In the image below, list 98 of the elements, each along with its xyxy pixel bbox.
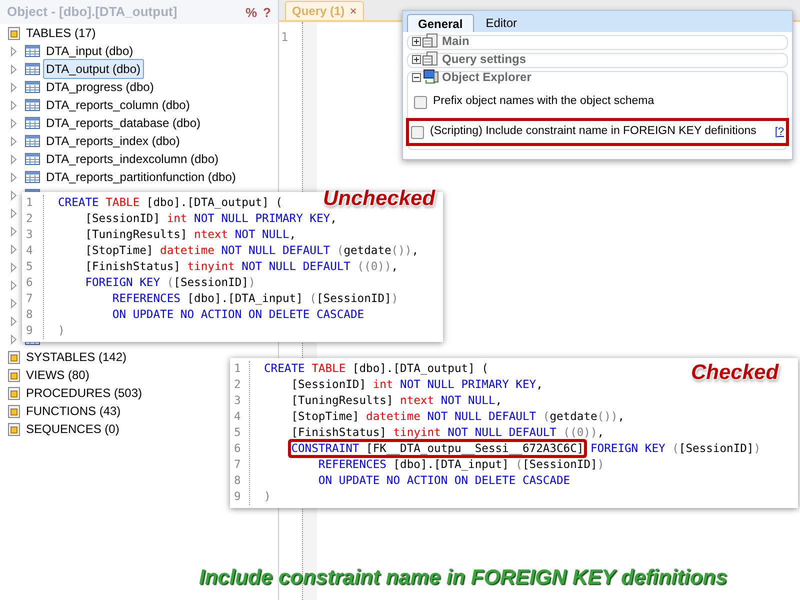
line-number: 3: [234, 393, 242, 409]
expand-arrow-icon: [10, 298, 18, 308]
expand-icon[interactable]: [412, 54, 421, 64]
folder-icon: [7, 26, 21, 40]
line-number: 3: [26, 227, 34, 243]
tree-item[interactable]: DTA_input (dbo): [43, 41, 136, 61]
tree-item[interactable]: PROCEDURES (503): [26, 384, 142, 402]
expand-arrow-icon: [10, 244, 18, 254]
folder-icon: [7, 422, 21, 436]
code-line: CREATE TABLE [dbo].[DTA_output] (: [58, 195, 282, 211]
caption: Include constraint name in FOREIGN KEY definitions: [199, 565, 728, 591]
computer-icon: [422, 69, 439, 85]
code-line: CREATE TABLE [dbo].[DTA_output] (: [264, 361, 488, 377]
section-title: Main: [442, 33, 470, 50]
tree-item[interactable]: DTA_reports_indexcolumn (dbo): [43, 149, 222, 169]
panel-button[interactable]: ?: [263, 6, 271, 18]
expand-arrow-icon: [10, 136, 18, 146]
line-number: 4: [234, 409, 242, 425]
expand-arrow-icon: [10, 334, 18, 344]
folder-icon: [7, 386, 21, 400]
code-line: [FinishStatus] tinyint NOT NULL DEFAULT ((0)),: [290, 425, 604, 441]
line-number: 8: [234, 473, 242, 489]
line-number: 7: [234, 457, 242, 473]
expand-arrow-icon: [10, 64, 18, 74]
expand-arrow-icon: [10, 190, 18, 200]
line-number: 5: [234, 425, 242, 441]
tree-item[interactable]: DTA_output (dbo): [43, 59, 144, 79]
line-number: 9: [26, 323, 34, 339]
code-line: [SessionID] int NOT NULL PRIMARY KEY,: [84, 211, 337, 227]
dialog-tab[interactable]: General: [407, 14, 474, 32]
code-line: [StopTime] datetime NOT NULL DEFAULT (getdate()),: [290, 409, 625, 425]
expand-arrow-icon: [10, 316, 18, 326]
panel-button[interactable]: %: [245, 6, 258, 18]
folder-icon: [7, 404, 21, 418]
line-number: 2: [234, 377, 242, 393]
code-line: CONSTRAINT [FK__DTA_outpu__Sessi__672A3C6C] FOREIGN KEY ([SessionID]): [264, 441, 761, 457]
expand-arrow-icon: [10, 280, 18, 290]
query-tab[interactable]: Query (1) ×: [285, 1, 364, 20]
document-icon: [422, 51, 439, 67]
code-line: [StopTime] datetime NOT NULL DEFAULT (getdate()),: [84, 243, 419, 259]
code-line: [TuningResults] ntext NOT NULL,: [290, 393, 502, 409]
caption: Unchecked: [323, 186, 436, 212]
code-line: REFERENCES [dbo].[DTA_input] ([SessionID]): [111, 291, 398, 307]
document-icon: [422, 33, 439, 49]
expand-arrow-icon: [10, 82, 18, 92]
section-title: Object Explorer: [442, 69, 532, 86]
folder-icon: [7, 368, 21, 382]
tree-item[interactable]: SYSTABLES (142): [26, 348, 126, 366]
tree-item[interactable]: DTA_reports_column (dbo): [43, 95, 193, 115]
line-number: 4: [26, 243, 34, 259]
line-number: 6: [26, 275, 34, 291]
line-number: 1: [281, 29, 290, 46]
tree-item[interactable]: DTA_reports_database (dbo): [43, 113, 204, 133]
expand-arrow-icon: [10, 262, 18, 272]
line-number: 6: [234, 441, 242, 457]
section-title: Query settings: [442, 51, 526, 68]
collapse-icon[interactable]: [412, 72, 421, 82]
expand-arrow-icon: [10, 46, 18, 56]
line-number: 7: [26, 291, 34, 307]
expand-arrow-icon: [10, 100, 18, 110]
line-number: 9: [234, 489, 242, 505]
option-label: Prefix object names with the object schema: [433, 94, 656, 110]
code-line: ON UPDATE NO ACTION ON DELETE CASCADE: [111, 307, 364, 323]
expand-arrow-icon: [10, 208, 18, 218]
code-line: ): [58, 323, 65, 339]
expand-arrow-icon: [10, 118, 18, 128]
expand-arrow-icon: [10, 154, 18, 164]
line-number: 8: [26, 307, 34, 323]
expand-arrow-icon: [10, 226, 18, 236]
checkbox[interactable]: [411, 126, 424, 138]
checkbox[interactable]: [414, 96, 427, 108]
line-number: 1: [234, 361, 242, 377]
line-number: 5: [26, 259, 34, 275]
code-line: REFERENCES [dbo].[DTA_input] ([SessionID]): [317, 457, 604, 473]
code-line: ): [264, 489, 271, 505]
tree-item[interactable]: TABLES (17): [26, 24, 96, 42]
help-link[interactable]: [?: [774, 124, 784, 140]
expand-arrow-icon: [10, 172, 18, 182]
tree-item[interactable]: DTA_reports_index (dbo): [43, 131, 183, 151]
tree-item[interactable]: FUNCTIONS (43): [26, 402, 121, 420]
expand-icon[interactable]: [412, 36, 421, 46]
code-line: [TuningResults] ntext NOT NULL,: [84, 227, 296, 243]
folder-icon: [7, 350, 21, 364]
caption: Checked: [691, 360, 779, 386]
panel-title: Object - [dbo].[DTA_output]: [7, 3, 178, 22]
option-label: (Scripting) Include constraint name in FOREIGN KEY definitions: [430, 124, 758, 140]
tree-item[interactable]: DTA_progress (dbo): [43, 77, 157, 97]
dialog-tab[interactable]: Editor: [476, 14, 528, 32]
line-number: 1: [26, 195, 34, 211]
code-line: ON UPDATE NO ACTION ON DELETE CASCADE: [317, 473, 570, 489]
tree-item[interactable]: SEQUENCES (0): [26, 420, 120, 438]
close-button[interactable]: ×: [350, 2, 357, 20]
code-line: [FinishStatus] tinyint NOT NULL DEFAULT ((0)),: [84, 259, 398, 275]
tree-item[interactable]: VIEWS (80): [26, 366, 90, 384]
line-number: 2: [26, 211, 34, 227]
code-line: FOREIGN KEY ([SessionID]): [84, 275, 256, 291]
code-line: [SessionID] int NOT NULL PRIMARY KEY,: [290, 377, 543, 393]
tree-item[interactable]: DTA_reports_partitionfunction (dbo): [43, 167, 239, 187]
